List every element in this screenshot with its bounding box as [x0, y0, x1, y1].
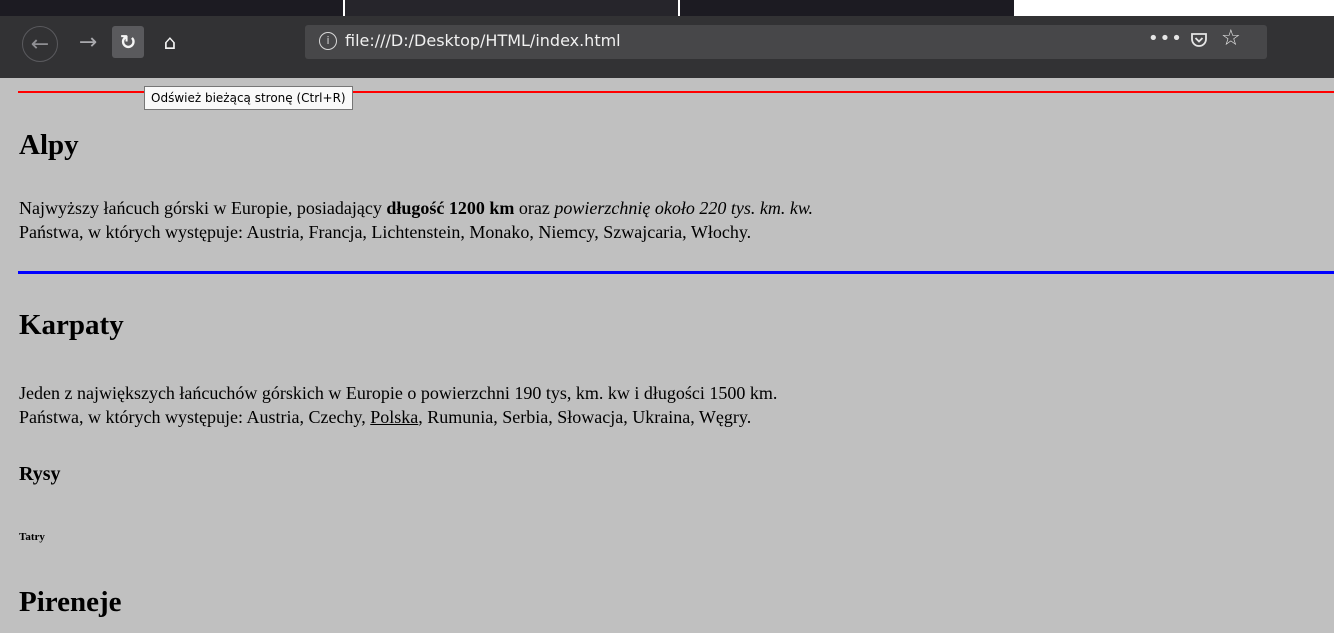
heading-karpaty: Karpaty	[19, 309, 124, 341]
url-text[interactable]: file:///D:/Desktop/HTML/index.html	[345, 31, 621, 50]
more-actions-icon[interactable]: •••	[1148, 28, 1183, 49]
tab-strip	[0, 0, 1334, 16]
tab-3[interactable]	[680, 0, 1014, 16]
alpy-length-bold: długość 1200 km	[386, 198, 515, 218]
back-arrow-icon[interactable]: ←	[22, 26, 58, 62]
paragraph-karpaty: Jeden z największych łańcuchów górskich …	[19, 381, 777, 429]
reload-tooltip: Odśwież bieżącą stronę (Ctrl+R)	[144, 86, 353, 110]
pocket-icon[interactable]	[1190, 31, 1208, 49]
paragraph-alpy: Najwyższy łańcuch górski w Europie, posi…	[19, 196, 813, 244]
home-icon[interactable]: ⌂	[152, 24, 188, 60]
forward-arrow-icon[interactable]: →	[70, 24, 106, 60]
alpy-area-italic: powierzchnię około 220 tys. km. kw.	[554, 198, 814, 218]
alpy-text-1: Najwyższy łańcuch górski w Europie, posi…	[19, 198, 387, 218]
alpy-text-2: oraz	[514, 198, 555, 218]
horizontal-rule-blue	[18, 271, 1334, 274]
url-bar[interactable]: i file:///D:/Desktop/HTML/index.html •••…	[305, 25, 1267, 59]
heading-alpy: Alpy	[19, 129, 79, 161]
karpaty-countries-2: , Rumunia, Serbia, Słowacja, Ukraina, Wę…	[418, 407, 752, 427]
heading-tatry: Tatry	[19, 531, 45, 543]
heading-pireneje: Pireneje	[19, 586, 122, 618]
reload-icon[interactable]: ↻	[112, 26, 144, 58]
browser-toolbar: ← → ↻ ⌂ i file:///D:/Desktop/HTML/index.…	[0, 16, 1334, 78]
alpy-countries: Państwa, w których występuje: Austria, F…	[19, 222, 752, 242]
karpaty-description: Jeden z największych łańcuchów górskich …	[19, 383, 778, 403]
heading-rysy: Rysy	[19, 463, 61, 485]
tab-2[interactable]	[345, 0, 678, 16]
bookmark-star-icon[interactable]: ☆	[1221, 26, 1241, 51]
karpaty-countries-1: Państwa, w których występuje: Austria, C…	[19, 407, 371, 427]
karpaty-polska-underlined: Polska	[370, 407, 419, 427]
info-icon[interactable]: i	[319, 32, 337, 50]
tab-1[interactable]	[0, 0, 343, 16]
